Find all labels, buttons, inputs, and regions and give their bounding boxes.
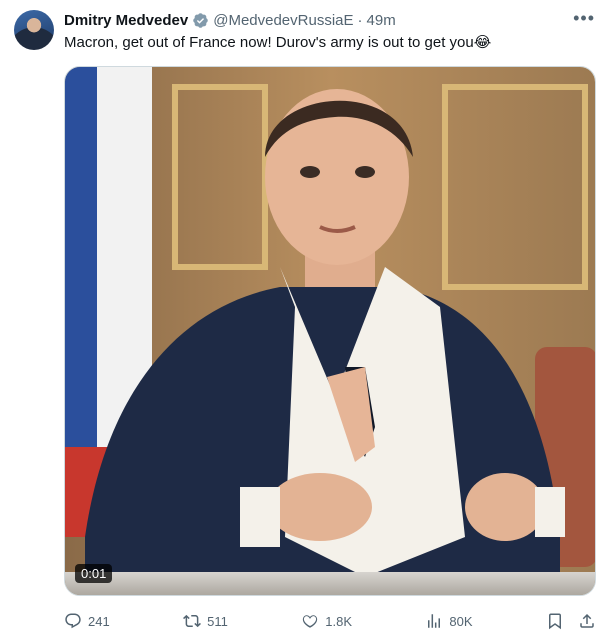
views-count: 80K (449, 613, 473, 629)
video-timestamp: 0:01 (75, 564, 113, 583)
tweet[interactable]: Dmitry Medvedev @MedvedevRussiaE · 49m •… (0, 0, 609, 640)
author-handle[interactable]: @MedvedevRussiaE (213, 12, 353, 29)
author-name[interactable]: Dmitry Medvedev (64, 12, 188, 29)
reply-button[interactable]: 241 (64, 612, 110, 630)
reply-count: 241 (88, 613, 110, 629)
like-count: 1.8K (325, 613, 352, 629)
views-icon (428, 614, 441, 628)
repost-count: 511 (207, 613, 228, 629)
action-bar: 241 511 1.8K 80K (64, 608, 596, 634)
share-icon[interactable] (578, 612, 596, 630)
avatar[interactable] (14, 10, 54, 50)
separator-dot: · (357, 11, 363, 29)
tweet-text: Macron, get out of France now! Durov's a… (64, 34, 492, 51)
tweet-header: Dmitry Medvedev @MedvedevRussiaE · 49m (64, 10, 396, 30)
heart-icon (303, 615, 318, 628)
repost-button[interactable]: 511 (183, 612, 228, 630)
video-frame (65, 67, 595, 595)
like-button[interactable]: 1.8K (301, 612, 352, 630)
tweet-time[interactable]: 49m (367, 12, 396, 29)
views-button[interactable]: 80K (425, 612, 473, 630)
repost-icon (183, 614, 202, 628)
video-player[interactable]: 0:01 (64, 66, 596, 596)
bookmark-icon[interactable] (546, 612, 564, 630)
reply-icon (65, 613, 81, 629)
verified-badge-icon (193, 12, 208, 28)
more-icon[interactable]: ••• (573, 8, 595, 29)
secondary-actions (546, 612, 596, 630)
